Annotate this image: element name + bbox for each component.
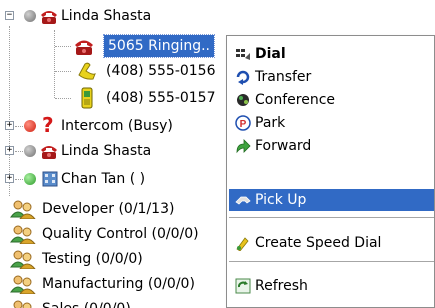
ringing-phone-icon (75, 40, 93, 55)
menu-item-refresh[interactable]: Refresh (229, 275, 434, 297)
menu-item-pick-up[interactable]: Pick Up (229, 189, 434, 211)
user-group-icon (10, 250, 36, 269)
tree-item-intercom[interactable]: + ? Intercom (Busy) (0, 113, 230, 137)
tree-guide-line (15, 179, 23, 180)
phone-number: (408) 555-0156 (106, 63, 216, 79)
unknown-status-icon: ? (42, 113, 54, 137)
menu-item-create-speed-dial[interactable]: Create Speed Dial (229, 232, 434, 254)
group-item-developer[interactable]: Developer (0/1/13) (0, 198, 230, 220)
desk-phone-icon (41, 146, 57, 159)
forward-icon (236, 139, 251, 154)
group-label: Sales (0/0/0) (42, 298, 131, 308)
menu-item-label: Forward (255, 138, 312, 154)
group-label: Developer (0/1/13) (42, 201, 175, 217)
contact-name: Chan Tan ( ) (61, 171, 146, 187)
menu-item-label: Conference (255, 92, 336, 108)
presence-offline-icon (24, 10, 36, 22)
expand-toggle[interactable]: + (5, 121, 14, 130)
user-group-icon (13, 300, 32, 308)
menu-item-conference[interactable]: Conference (229, 89, 434, 111)
expand-toggle[interactable]: + (5, 174, 14, 183)
tree-guide-line (15, 151, 23, 152)
refresh-icon (235, 278, 251, 294)
menu-item-label: Dial (255, 46, 286, 62)
contact-name: Intercom (Busy) (61, 118, 173, 134)
group-label: Testing (0/0/0) (42, 251, 143, 267)
user-group-icon (10, 275, 36, 294)
menu-item-label: Park (255, 115, 286, 131)
tree-item-linda-shasta[interactable]: + Linda Shasta (0, 140, 230, 162)
menu-item-label: Refresh (255, 278, 308, 294)
mobile-phone-icon (81, 87, 93, 109)
menu-item-label: Create Speed Dial (255, 235, 382, 251)
presence-offline-icon (24, 145, 36, 157)
building-icon (42, 171, 58, 187)
group-item-testing[interactable]: Testing (0/0/0) (0, 248, 230, 270)
dial-icon (236, 49, 250, 60)
menu-item-label: Transfer (255, 69, 312, 85)
desk-phone-icon (41, 11, 57, 24)
pickup-icon (235, 196, 251, 205)
menu-item-transfer[interactable]: Transfer (229, 66, 434, 88)
tree-guide-line (15, 126, 23, 127)
park-icon: P (235, 115, 251, 131)
menu-separator (229, 217, 434, 218)
contact-name: Linda Shasta (61, 8, 152, 24)
collapse-toggle[interactable]: − (5, 11, 14, 20)
group-item-quality-control[interactable]: Quality Control (0/0/0) (0, 223, 230, 245)
context-menu: Dial Transfer Conference P Park Forward (226, 35, 435, 308)
group-item-sales[interactable]: Sales (0/0/0) (0, 298, 230, 308)
speed-dial-icon (236, 237, 249, 251)
tree-item-chan-tan[interactable]: + Chan Tan ( ) (0, 168, 230, 190)
phone-number: (408) 555-0157 (106, 90, 216, 106)
group-label: Manufacturing (0/0/0) (42, 276, 195, 292)
presence-available-icon (24, 173, 36, 185)
svg-text:P: P (240, 119, 247, 130)
user-group-icon (10, 225, 36, 244)
tree-guide-line (55, 46, 71, 47)
tree-item-phone-number[interactable]: (408) 555-0157 (0, 87, 230, 109)
tree-item-linda-shasta[interactable]: − Linda Shasta (0, 5, 230, 27)
presence-busy-icon (24, 120, 36, 132)
transfer-icon (236, 70, 250, 85)
tree-guide-line (55, 71, 71, 72)
menu-item-label: Pick Up (255, 192, 307, 208)
tree-item-ringing-line[interactable]: 5065 Ringing.. (0, 34, 230, 58)
conference-icon (237, 94, 249, 106)
expand-toggle[interactable]: + (5, 146, 14, 155)
user-group-icon (10, 200, 36, 219)
tree-item-phone-number[interactable]: (408) 555-0156 (0, 60, 230, 82)
handset-icon (78, 62, 96, 80)
menu-item-park[interactable]: P Park (229, 112, 434, 134)
group-label: Quality Control (0/0/0) (42, 226, 199, 242)
tree-guide-line (55, 98, 71, 99)
contact-name: Linda Shasta (61, 143, 152, 159)
line-status-label: 5065 Ringing.. (102, 34, 216, 58)
group-item-manufacturing[interactable]: Manufacturing (0/0/0) (0, 273, 230, 295)
menu-separator (229, 261, 434, 262)
menu-item-forward[interactable]: Forward (229, 135, 434, 157)
menu-item-dial[interactable]: Dial (229, 43, 434, 65)
